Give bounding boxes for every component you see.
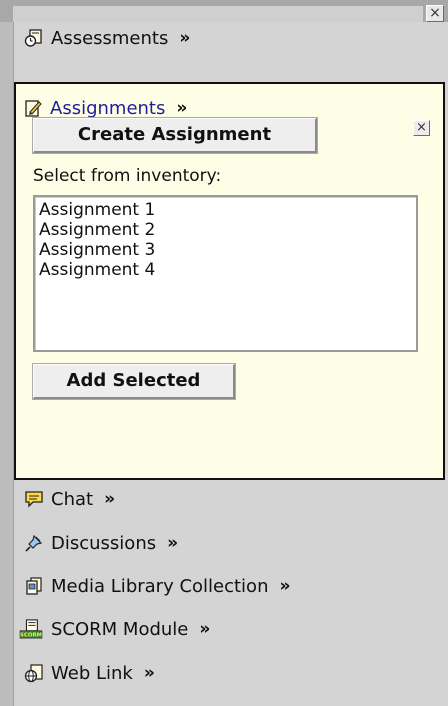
- svg-text:SCORM: SCORM: [20, 633, 42, 639]
- tool-discussions-label: Discussions: [51, 532, 157, 554]
- inventory-label: Select from inventory:: [33, 166, 222, 186]
- stacked-documents-icon: [26, 577, 42, 595]
- tool-assignments-label: Assignments: [50, 97, 166, 119]
- tool-weblink[interactable]: Web Link »: [24, 660, 155, 686]
- pushpin-icon: [25, 534, 43, 552]
- tool-weblink-label: Web Link: [51, 662, 133, 684]
- more-icon: »: [199, 619, 211, 639]
- tool-chat[interactable]: Chat »: [24, 486, 115, 512]
- more-icon: »: [279, 576, 291, 596]
- inventory-listbox[interactable]: Assignment 1 Assignment 2 Assignment 3 A…: [33, 195, 418, 352]
- panel-left-edge: [0, 22, 14, 706]
- tool-scorm-label: SCORM Module: [51, 618, 189, 640]
- more-icon: »: [179, 28, 191, 48]
- close-icon[interactable]: ×: [413, 120, 430, 136]
- tool-media-library-label: Media Library Collection: [51, 575, 269, 597]
- add-selected-button[interactable]: Add Selected: [32, 363, 236, 400]
- tool-assessments-label: Assessments: [51, 27, 169, 49]
- tool-media-library[interactable]: Media Library Collection »: [24, 573, 290, 599]
- list-item[interactable]: Assignment 2: [39, 220, 412, 240]
- list-item[interactable]: Assignment 4: [39, 260, 412, 280]
- panel-header: ×: [0, 0, 448, 22]
- clock-document-icon: [24, 29, 42, 47]
- speech-bubble-icon: [25, 491, 43, 508]
- pencil-document-icon: [25, 100, 42, 117]
- tool-discussions[interactable]: Discussions »: [24, 530, 178, 556]
- panel-header-strip: [13, 6, 423, 22]
- create-assignment-button[interactable]: Create Assignment: [32, 117, 318, 154]
- scorm-package-icon: SCORM: [19, 619, 43, 639]
- more-icon: »: [176, 98, 188, 118]
- more-icon: »: [104, 489, 116, 509]
- close-icon[interactable]: ×: [426, 5, 444, 22]
- tool-scorm[interactable]: SCORM SCORM Module »: [18, 616, 210, 642]
- more-icon: »: [143, 663, 155, 683]
- tool-assessments[interactable]: Assessments »: [24, 25, 190, 51]
- globe-document-icon: [24, 664, 43, 683]
- list-item[interactable]: Assignment 3: [39, 240, 412, 260]
- more-icon: »: [167, 533, 179, 553]
- list-item[interactable]: Assignment 1: [39, 200, 412, 220]
- assignments-panel: Assignments » Create Assignment × Select…: [14, 82, 445, 480]
- tool-chat-label: Chat: [51, 488, 94, 510]
